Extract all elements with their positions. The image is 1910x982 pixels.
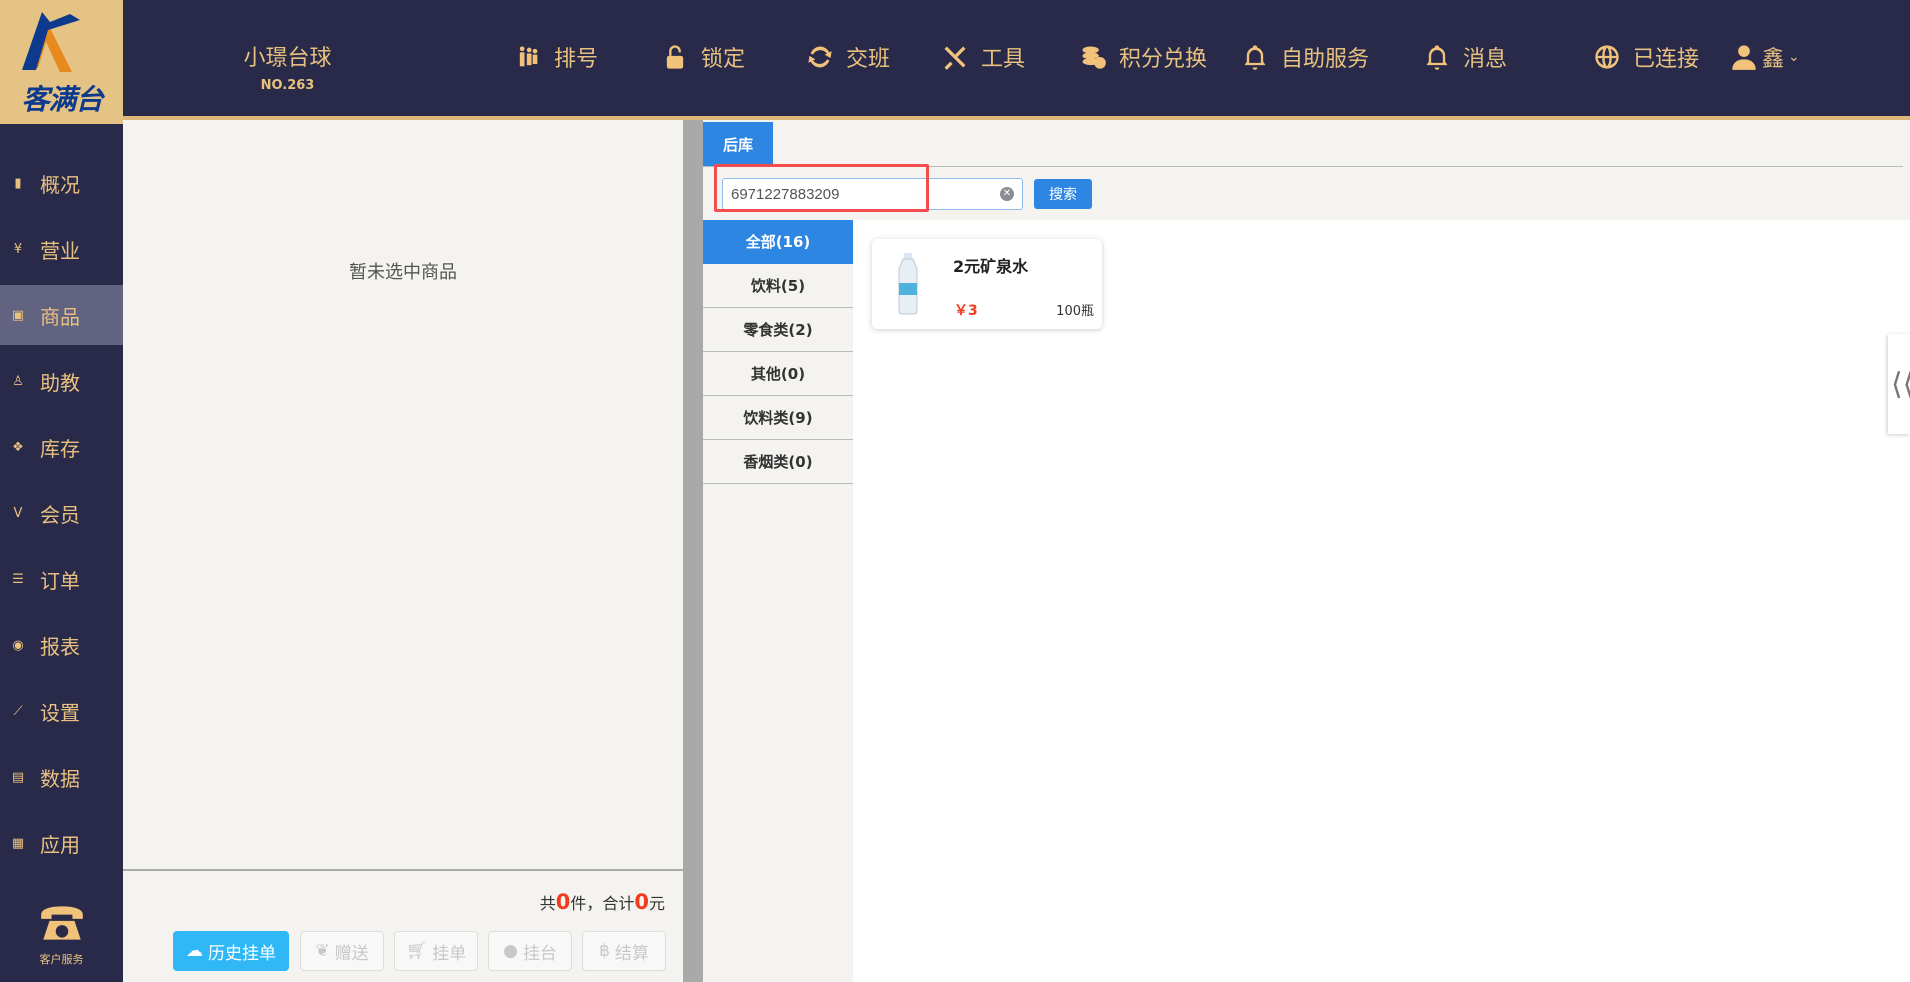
product-stock: 100瓶 — [1056, 304, 1094, 319]
lock-icon — [666, 45, 684, 69]
user-menu[interactable]: 鑫 ⌄ — [1730, 40, 1800, 74]
cart-summary: 共0件，合计0元 — [539, 890, 665, 914]
cart-icon: 🛒︎ — [405, 941, 428, 961]
sidebar-item[interactable]: ▤ 数据 — [0, 747, 123, 807]
search-button[interactable]: 搜索 — [1034, 179, 1092, 209]
leaf-icon: ❦ — [315, 941, 330, 961]
empty-cart-text: 暂未选中商品 — [349, 262, 457, 283]
shop-number: NO.263 — [260, 78, 315, 93]
nav-queue[interactable]: 排号 — [514, 40, 598, 74]
sidebar-item[interactable]: ❖ 库存 — [0, 417, 123, 477]
sidebar-item-label: 会员 — [40, 502, 80, 527]
nav-lock[interactable]: 锁定 — [661, 40, 745, 74]
sidebar-item-label: 助教 — [40, 370, 80, 395]
category-item[interactable]: 其他(0) — [703, 352, 853, 396]
item-count: 0 — [555, 890, 571, 914]
checkout-button[interactable]: ฿结算 — [582, 931, 666, 971]
hold-table-button[interactable]: ● 挂台 — [488, 931, 572, 971]
user-icon — [1732, 45, 1756, 70]
nav-tools[interactable]: 工具 — [941, 40, 1025, 74]
sidebar-item-label: 库存 — [40, 436, 80, 461]
cloud-icon: ☁ — [186, 941, 203, 961]
product-price: ￥3 — [954, 303, 978, 319]
report-icon: ◉ — [12, 637, 24, 653]
list-icon: ☰ — [12, 571, 24, 587]
total-amount: 0 — [634, 890, 649, 914]
history-orders-button[interactable]: ☁ 历史挂单 — [173, 931, 289, 971]
sidebar-item[interactable]: ▮ 概况 — [0, 153, 123, 213]
sidebar-item-label: 数据 — [40, 766, 80, 791]
bell-icon — [1244, 45, 1266, 70]
clear-icon[interactable]: ✕ — [1000, 187, 1014, 201]
sidebar-item[interactable]: ◉ 报表 — [0, 615, 123, 675]
search-input[interactable] — [722, 178, 1023, 210]
people-queue-icon — [519, 46, 538, 67]
bar-chart-icon: ▮ — [14, 175, 22, 191]
sidebar-item-label: 营业 — [40, 238, 80, 263]
globe-icon — [1595, 45, 1619, 69]
palette-icon: ● — [503, 941, 518, 961]
telephone-icon — [40, 906, 83, 940]
cart-divider — [123, 869, 683, 871]
tab-backstore[interactable]: 后库 — [703, 122, 773, 167]
gift-button[interactable]: ❦ 赠送 — [300, 931, 384, 971]
sidebar-item[interactable]: ⟋ 设置 — [0, 681, 123, 741]
yen-circle-icon: ¥ — [13, 241, 23, 257]
category-item[interactable]: 饮料类(9) — [703, 396, 853, 440]
person-icon: ♙ — [12, 373, 24, 389]
shop-info: 小璟台球 NO.263 — [200, 40, 375, 93]
nav-points[interactable]: 积分兑换 — [1079, 40, 1207, 74]
sidebar-item-label: 报表 — [40, 634, 80, 659]
cart-panel — [123, 120, 683, 982]
nav-shift[interactable]: 交班 — [806, 40, 890, 74]
sidebar-item-label: 概况 — [40, 172, 80, 197]
category-item[interactable]: 全部(16) — [703, 220, 853, 264]
sidebar-item[interactable]: ♙ 助教 — [0, 351, 123, 411]
nav-self-service[interactable]: 自助服务 — [1241, 40, 1369, 74]
collapse-panel-handle[interactable]: ⟨⟨ — [1888, 334, 1910, 434]
shop-name: 小璟台球 — [243, 46, 332, 71]
customer-service-button[interactable]: 客户服务 — [0, 898, 123, 967]
chevron-down-icon: ⌄ — [1788, 49, 1800, 65]
wrench-icon: ⟋ — [13, 703, 23, 719]
hold-order-button[interactable]: 🛒︎ 挂单 — [394, 931, 478, 971]
product-card[interactable]: 2元矿泉水 ￥3 100瓶 — [872, 239, 1102, 329]
panel-splitter[interactable] — [683, 120, 703, 982]
tab-divider — [703, 166, 1903, 167]
currency-icon: ฿ — [599, 941, 610, 961]
bell-icon — [1426, 45, 1448, 70]
product-grid — [853, 220, 1910, 982]
box-icon: ▣ — [11, 307, 25, 323]
sidebar-item[interactable]: V 会员 — [0, 483, 123, 543]
sidebar-item-label: 应用 — [40, 832, 80, 857]
sidebar-item-label: 订单 — [40, 568, 80, 593]
sidebar-item-label: 商品 — [40, 304, 80, 329]
logo: 客满台 — [0, 0, 123, 124]
coins-icon — [1082, 46, 1106, 69]
category-item[interactable]: 饮料(5) — [703, 264, 853, 308]
sidebar-item-label: 设置 — [40, 700, 80, 725]
double-chevron-left-icon: ⟨⟨ — [1891, 366, 1910, 402]
category-item[interactable]: 香烟类(0) — [703, 440, 853, 484]
boxes-icon: ❖ — [12, 439, 24, 455]
vip-icon: V — [13, 505, 23, 521]
data-icon: ▤ — [11, 769, 25, 785]
nav-messages[interactable]: 消息 — [1423, 40, 1507, 74]
product-name: 2元矿泉水 — [953, 257, 1029, 276]
sidebar-item[interactable]: ☰ 订单 — [0, 549, 123, 609]
nav-connection[interactable]: 已连接 — [1593, 40, 1699, 74]
category-item[interactable]: 零食类(2) — [703, 308, 853, 352]
refresh-icon — [808, 46, 832, 68]
water-bottle-image — [898, 253, 918, 315]
sidebar-item[interactable]: ▣ 商品 — [0, 285, 123, 345]
sidebar-item[interactable]: ▦ 应用 — [0, 813, 123, 873]
tools-icon — [944, 46, 966, 70]
app-icon: ▦ — [11, 835, 25, 851]
logo-k-icon — [22, 12, 80, 72]
sidebar-item[interactable]: ¥ 营业 — [0, 219, 123, 279]
